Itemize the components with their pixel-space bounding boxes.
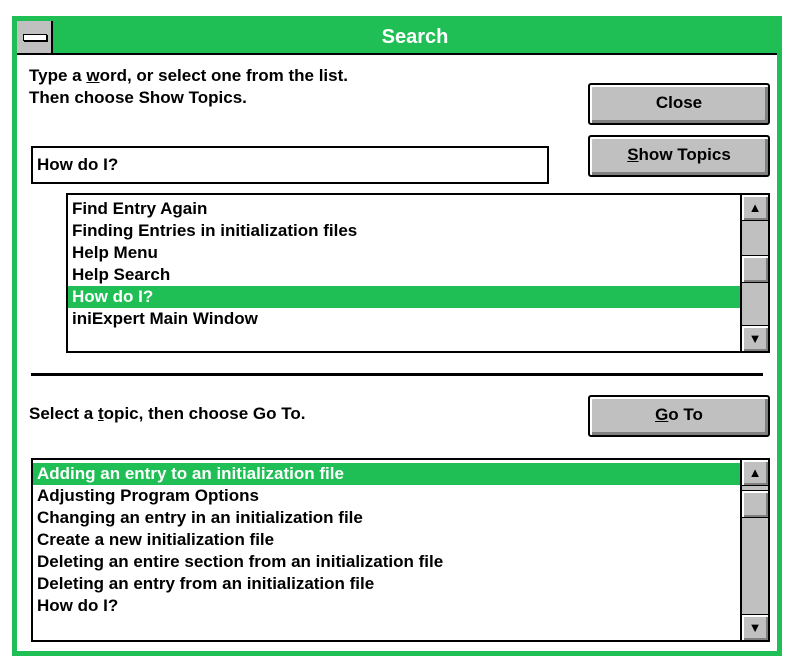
go-to-text: o To (668, 405, 703, 424)
list-item[interactable]: How do I? (33, 595, 740, 617)
list-item[interactable]: Help Menu (68, 242, 740, 264)
list-item[interactable]: Adjusting Program Options (33, 485, 740, 507)
topic-list[interactable]: Adding an entry to an initialization fil… (31, 458, 770, 642)
show-topics-accelerator: S (627, 145, 639, 164)
scroll-thumb[interactable] (742, 490, 768, 518)
instruction-line-2: Then choose Show Topics. (29, 88, 247, 107)
scroll-up-icon[interactable]: ▲ (742, 195, 768, 221)
list-item[interactable]: Find Entry Again (68, 198, 740, 220)
instruction-text: ord, or select one from the list. (99, 66, 348, 85)
list-item[interactable]: iniExpert Main Window (68, 308, 740, 330)
list-item[interactable]: Deleting an entry from an initialization… (33, 573, 740, 595)
system-menu-icon (23, 34, 47, 41)
keyword-list-items: Find Entry Again Finding Entries in initi… (68, 198, 740, 351)
topic-prompt-text: opic, then choose Go To. (103, 404, 306, 423)
close-button[interactable]: Close (588, 83, 770, 125)
scroll-up-icon[interactable]: ▲ (742, 460, 768, 486)
topic-list-items: Adding an entry to an initialization fil… (33, 463, 740, 640)
list-item[interactable]: How do I? (68, 286, 740, 308)
show-topics-text: how Topics (638, 145, 731, 164)
keyword-scrollbar[interactable]: ▲ ▼ (740, 195, 768, 351)
keyword-list[interactable]: Find Entry Again Finding Entries in initi… (66, 193, 770, 353)
go-to-button[interactable]: Go To (588, 395, 770, 437)
list-item[interactable]: Create a new initialization file (33, 529, 740, 551)
title-bar: Search (17, 21, 777, 55)
list-item[interactable]: Finding Entries in initialization files (68, 220, 740, 242)
search-dialog: Search Type a word, or select one from t… (12, 16, 782, 656)
list-item[interactable]: Changing an entry in an initialization f… (33, 507, 740, 529)
system-menu-button[interactable] (17, 21, 53, 53)
scroll-thumb[interactable] (742, 255, 768, 283)
topic-prompt: Select a topic, then choose Go To. (29, 403, 305, 425)
scroll-down-icon[interactable]: ▼ (742, 325, 768, 351)
scroll-down-icon[interactable]: ▼ (742, 614, 768, 640)
close-button-label: Close (655, 93, 703, 112)
window-title: Search (381, 26, 449, 48)
show-topics-button[interactable]: Show Topics (588, 135, 770, 177)
instruction-accelerator: w (86, 66, 100, 85)
instruction-text: Type a (29, 66, 87, 85)
list-item[interactable]: Adding an entry to an initialization fil… (33, 463, 740, 485)
show-topics-label: Show Topics (590, 137, 768, 173)
go-to-label: Go To (590, 397, 768, 433)
go-to-accelerator: G (655, 405, 669, 424)
topic-scrollbar[interactable]: ▲ ▼ (740, 460, 768, 640)
search-input[interactable]: How do I? (31, 146, 549, 184)
divider (31, 373, 763, 376)
list-item[interactable]: Deleting an entire section from an initi… (33, 551, 740, 573)
instruction-line-1: Type a word, or select one from the list… (29, 65, 348, 87)
list-item[interactable]: Help Search (68, 264, 740, 286)
topic-prompt-text: Select a (29, 404, 98, 423)
